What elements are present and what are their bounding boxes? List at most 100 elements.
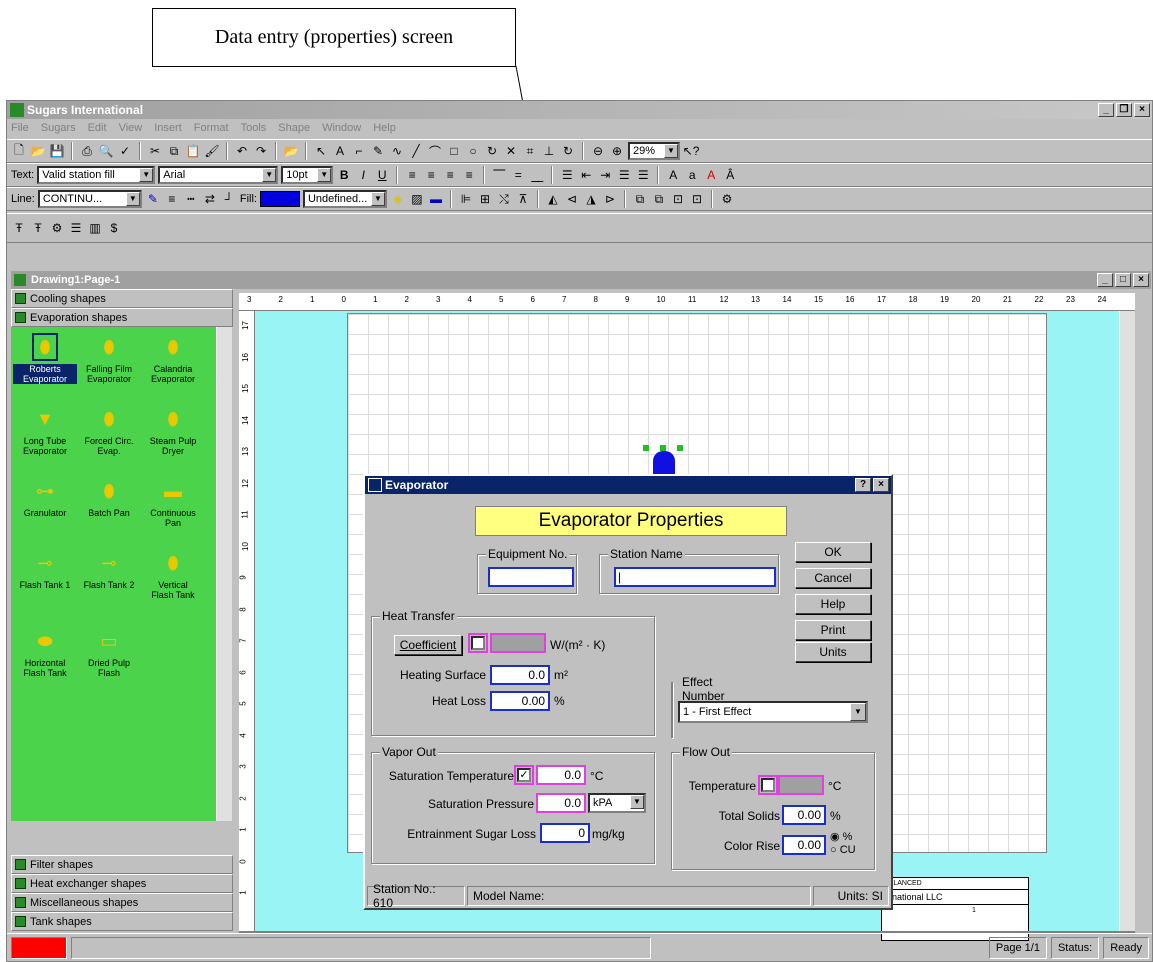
freeform-icon[interactable]: ∿ (389, 143, 405, 159)
station-name-input[interactable]: | (614, 567, 776, 587)
rectangle-tool-icon[interactable]: □ (446, 143, 462, 159)
connection-point-icon[interactable]: ✕ (503, 143, 519, 159)
font-size-select[interactable]: 10pt ▼ (281, 166, 334, 184)
ellipse-tool-icon[interactable]: ○ (465, 143, 481, 159)
coefficient-button[interactable]: Coefficient (394, 635, 462, 655)
menu-help[interactable]: Help (373, 122, 396, 134)
italic-icon[interactable]: I (355, 167, 371, 183)
line-tool-icon[interactable]: ╱ (408, 143, 424, 159)
coefficient-checkbox[interactable] (471, 636, 485, 650)
properties-icon[interactable]: ⚙ (719, 191, 735, 207)
entrainment-input[interactable]: 0 (540, 823, 590, 843)
line-pattern-icon[interactable]: ┅ (183, 191, 199, 207)
pressure-unit-select[interactable]: kPA ▼ (588, 793, 646, 813)
shape-roberts-evaporator[interactable]: ⬮ Roberts Evaporator (13, 333, 77, 384)
stencil-tank-shapes[interactable]: Tank shapes (11, 912, 233, 931)
heating-surface-input[interactable]: 0.0 (490, 665, 550, 685)
sugars-tool-4-icon[interactable]: ☰ (68, 220, 84, 236)
fill-bucket-icon[interactable]: ◈ (390, 191, 406, 207)
menu-window[interactable]: Window (322, 122, 361, 134)
corner-icon[interactable]: ┘ (221, 191, 237, 207)
stencil-heat-exchanger-shapes[interactable]: Heat exchanger shapes (11, 874, 233, 893)
ok-button[interactable]: OK (795, 542, 871, 562)
shape-batch-pan[interactable]: ⬮ Batch Pan (77, 477, 141, 518)
pencil-icon[interactable]: ✎ (370, 143, 386, 159)
sugars-tool-6-icon[interactable]: $ (106, 220, 122, 236)
shape-flash-tank-2[interactable]: ⊸ Flash Tank 2 (77, 549, 141, 590)
drawing-restore-button[interactable]: □ (1115, 273, 1131, 287)
send-back-icon[interactable]: ⧉ (651, 191, 667, 207)
fill-style-select[interactable]: Undefined... ▼ (302, 190, 387, 208)
cancel-button[interactable]: Cancel (795, 568, 871, 588)
spelling-icon[interactable]: ✓ (117, 143, 133, 159)
temperature-checkbox[interactable] (761, 778, 775, 792)
stencil-filter-shapes[interactable]: Filter shapes (11, 855, 233, 874)
menu-view[interactable]: View (119, 122, 143, 134)
shape-granulator[interactable]: ⊶ Granulator (13, 477, 77, 518)
connector-icon[interactable]: ⌐ (351, 143, 367, 159)
help-pointer-icon[interactable]: ↖? (683, 143, 700, 159)
effect-number-select[interactable]: 1 - First Effect ▼ (678, 701, 868, 723)
increase-indent-icon[interactable]: ⇥ (597, 167, 613, 183)
increase-font-icon[interactable]: A (665, 167, 681, 183)
line-color-icon[interactable]: ✎ (145, 191, 161, 207)
sugars-tool-5-icon[interactable]: ▥ (87, 220, 103, 236)
pointer-icon[interactable]: ↖ (313, 143, 329, 159)
align-middle-icon[interactable]: = (510, 167, 526, 183)
menu-insert[interactable]: Insert (154, 122, 182, 134)
rotation-icon[interactable]: ↻ (560, 143, 576, 159)
shape-long-tube-evaporator[interactable]: ▼ Long Tube Evaporator (13, 405, 77, 456)
align-center-icon[interactable]: ≡ (423, 167, 439, 183)
redo-icon[interactable]: ↷ (253, 143, 269, 159)
heat-loss-input[interactable]: 0.00 (490, 691, 550, 711)
sugars-tool-2-icon[interactable]: Ŧ (30, 220, 46, 236)
flip-vertical-icon[interactable]: ◮ (583, 191, 599, 207)
stamp-icon[interactable]: ⊥ (541, 143, 557, 159)
line-style-select[interactable]: CONTINU... ▼ (37, 190, 142, 208)
undo-icon[interactable]: ↶ (234, 143, 250, 159)
print-icon[interactable]: ⎙ (79, 143, 95, 159)
close-button[interactable]: × (1134, 103, 1150, 117)
distribute-icon[interactable]: ⊞ (477, 191, 493, 207)
drawing-close-button[interactable]: × (1133, 273, 1149, 287)
justify-icon[interactable]: ≡ (461, 167, 477, 183)
decrease-indent-icon[interactable]: ⇤ (578, 167, 594, 183)
paste-icon[interactable]: 📋 (185, 143, 201, 159)
minimize-button[interactable]: _ (1098, 103, 1114, 117)
stencil-cooling-shapes[interactable]: Cooling shapes (11, 289, 233, 308)
temperature-input[interactable] (778, 775, 824, 795)
help-button[interactable]: Help (795, 594, 871, 614)
save-icon[interactable]: 💾 (49, 143, 65, 159)
bold-icon[interactable]: B (336, 167, 352, 183)
shape-calandria-evaporator[interactable]: ⬮ Calandria Evaporator (141, 333, 205, 384)
rotate-right-icon[interactable]: ⊳ (602, 191, 618, 207)
shape-horizontal-flash-tank[interactable]: ⬬ Horizontal Flash Tank (13, 627, 77, 678)
shape-flash-tank-1[interactable]: ⊸ Flash Tank 1 (13, 549, 77, 590)
underline-icon[interactable]: U (374, 167, 390, 183)
canvas-vertical-scrollbar[interactable] (1119, 311, 1135, 931)
bring-front-icon[interactable]: ⧉ (632, 191, 648, 207)
drawing-minimize-button[interactable]: _ (1097, 273, 1113, 287)
text-block-icon[interactable]: Â (722, 167, 738, 183)
new-icon[interactable]: 🗋 (11, 143, 27, 159)
equipment-no-input[interactable] (488, 567, 574, 587)
zoom-in-icon[interactable]: ⊕ (609, 143, 625, 159)
saturation-temperature-input[interactable]: 0.0 (536, 765, 586, 785)
crop-icon[interactable]: ⌗ (522, 143, 538, 159)
evaporator-shape-on-page[interactable] (643, 445, 683, 475)
menu-shape[interactable]: Shape (278, 122, 310, 134)
text-style-select[interactable]: Valid station fill ▼ (37, 166, 156, 184)
format-painter-icon[interactable]: 🖌 (204, 143, 220, 159)
rotate-left-icon[interactable]: ⊲ (564, 191, 580, 207)
menu-edit[interactable]: Edit (88, 122, 107, 134)
saturation-temperature-checkbox[interactable]: ✓ (517, 768, 531, 782)
menu-sugars[interactable]: Sugars (41, 122, 76, 134)
rotate-icon[interactable]: ↻ (484, 143, 500, 159)
units-button[interactable]: Units (795, 642, 871, 662)
zoom-select[interactable]: 29% ▼ (628, 142, 680, 160)
align-shapes-icon[interactable]: ⊫ (458, 191, 474, 207)
decrease-font-icon[interactable]: a (684, 167, 700, 183)
layout-icon[interactable]: ⊼ (515, 191, 531, 207)
dialog-help-button[interactable]: ? (855, 478, 871, 492)
saturation-pressure-input[interactable]: 0.0 (536, 793, 586, 813)
